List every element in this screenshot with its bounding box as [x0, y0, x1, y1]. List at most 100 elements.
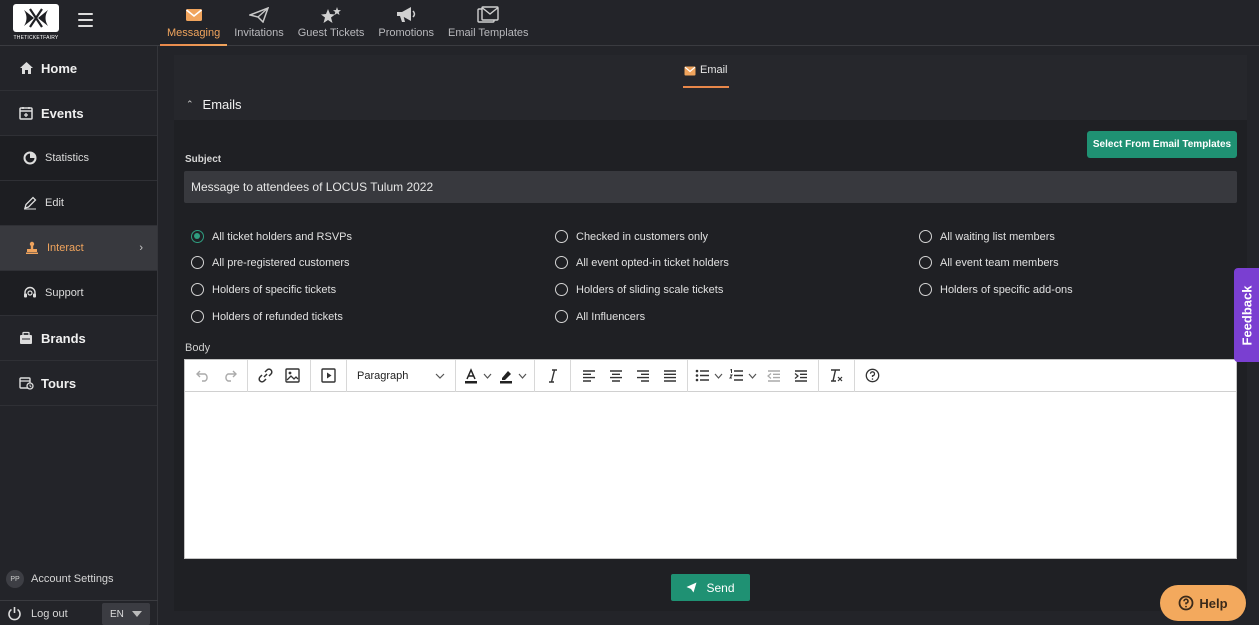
tab-email-templates[interactable]: Email Templates: [441, 0, 536, 46]
logout-label: Log out: [31, 607, 68, 620]
email-tab-label: Email: [700, 64, 728, 76]
sidebar-item-label: Interact: [47, 242, 84, 254]
radio-dot: [191, 283, 204, 296]
radio-specific-tickets[interactable]: Holders of specific tickets: [191, 283, 336, 296]
paper-plane-icon: [686, 582, 697, 593]
sidebar-item-home[interactable]: Home: [0, 46, 157, 91]
highlight-color-button[interactable]: [495, 368, 530, 384]
radio-label: All ticket holders and RSVPs: [212, 230, 353, 243]
radio-dot: [919, 230, 932, 243]
send-button[interactable]: Send: [671, 574, 750, 601]
language-value: EN: [110, 608, 124, 620]
bullet-list-button[interactable]: [692, 369, 726, 382]
editor-content-area[interactable]: [185, 392, 1236, 559]
tab-label: Messaging: [167, 27, 221, 39]
radio-opted-in[interactable]: All event opted-in ticket holders: [555, 256, 729, 269]
radio-pre-registered[interactable]: All pre-registered customers: [191, 256, 350, 269]
select-from-templates-button[interactable]: Select From Email Templates: [1087, 131, 1237, 158]
undo-icon[interactable]: [189, 363, 216, 389]
media-group: [311, 359, 347, 392]
radio-influencers[interactable]: All Influencers: [555, 310, 645, 323]
headset-icon: [22, 285, 38, 301]
help-circle-icon[interactable]: [859, 363, 886, 389]
chevron-down-icon: [435, 373, 445, 379]
megaphone-icon: [395, 5, 417, 25]
logout-button[interactable]: Log out: [7, 606, 68, 621]
tab-guest-tickets[interactable]: Guest Tickets: [291, 0, 372, 46]
stars-icon: [320, 5, 342, 25]
align-right-icon[interactable]: [629, 363, 656, 389]
sidebar-item-statistics[interactable]: Statistics: [0, 136, 157, 181]
help-button[interactable]: Help: [1160, 585, 1246, 621]
block-format-value: Paragraph: [357, 369, 409, 382]
font-color-button[interactable]: [460, 367, 495, 384]
align-left-icon[interactable]: [575, 363, 602, 389]
feedback-tab[interactable]: Feedback: [1234, 268, 1259, 362]
tab-email[interactable]: Email: [683, 64, 729, 88]
outdent-icon[interactable]: [760, 363, 787, 389]
account-settings-label: Account Settings: [31, 573, 114, 585]
brand-logo[interactable]: THETICKETFAIRY: [13, 4, 59, 42]
radio-refunded[interactable]: Holders of refunded tickets: [191, 310, 343, 323]
sidebar-item-events[interactable]: Events: [0, 91, 157, 136]
align-center-icon[interactable]: [602, 363, 629, 389]
radio-sliding-scale[interactable]: Holders of sliding scale tickets: [555, 283, 723, 296]
radio-label: All Influencers: [576, 310, 646, 323]
indent-icon[interactable]: [787, 363, 814, 389]
chevron-right-icon: ›: [139, 242, 143, 254]
clear-formatting-icon[interactable]: [823, 363, 850, 389]
menu-toggle-icon[interactable]: [78, 13, 93, 27]
feedback-label: Feedback: [1239, 285, 1255, 345]
radio-dot: [919, 283, 932, 296]
account-settings[interactable]: PP Account Settings: [6, 570, 114, 588]
tab-invitations[interactable]: Invitations: [227, 0, 291, 46]
radio-checked-in-only[interactable]: Checked in customers only: [555, 230, 708, 243]
sidebar-item-tours[interactable]: Tours: [0, 361, 157, 406]
tab-label: Email Templates: [448, 27, 529, 39]
sidebar-item-brands[interactable]: Brands: [0, 316, 157, 361]
image-icon[interactable]: [279, 363, 306, 389]
insert-group: [248, 359, 311, 392]
redo-icon[interactable]: [216, 363, 243, 389]
stamp-icon: [24, 240, 40, 256]
align-justify-icon[interactable]: [656, 363, 683, 389]
radio-specific-add-ons[interactable]: Holders of specific add-ons: [919, 283, 1073, 296]
block-format-select[interactable]: Paragraph: [351, 370, 451, 382]
caret-down-icon: [131, 611, 142, 617]
mail-icon: [684, 66, 696, 76]
subject-input[interactable]: [184, 171, 1237, 203]
pencil-icon: [22, 195, 38, 211]
sidebar-item-edit[interactable]: Edit: [0, 181, 157, 226]
mail-template-icon: [477, 5, 499, 25]
color-group: [456, 359, 535, 392]
language-select[interactable]: EN: [102, 603, 150, 625]
sidebar-item-label: Edit: [45, 197, 64, 209]
help-group: [855, 360, 890, 392]
link-icon[interactable]: [252, 363, 279, 389]
editor-toolbar: Paragraph: [185, 359, 1236, 392]
numbered-list-button[interactable]: [726, 369, 760, 382]
sidebar-item-interact[interactable]: Interact ›: [0, 226, 157, 271]
help-circle-icon: [1179, 595, 1194, 611]
logout-row: Log out EN: [0, 600, 158, 625]
radio-label: All event team members: [940, 256, 1059, 269]
body-label: Body: [185, 342, 211, 354]
radio-dot: [555, 283, 568, 296]
rich-text-editor: Paragraph: [184, 359, 1237, 559]
emails-section-toggle[interactable]: ⌃ Emails: [186, 97, 242, 112]
radio-team-members[interactable]: All event team members: [919, 256, 1059, 269]
radio-dot: [191, 256, 204, 269]
italic-icon[interactable]: [539, 363, 566, 389]
radio-all-ticket-holders[interactable]: All ticket holders and RSVPs: [191, 230, 352, 243]
media-embed-icon[interactable]: [315, 363, 342, 389]
sidebar-item-support[interactable]: Support: [0, 271, 157, 316]
sidebar-item-label: Brands: [41, 330, 86, 346]
tab-promotions[interactable]: Promotions: [371, 0, 441, 46]
chevron-up-icon: ⌃: [186, 99, 194, 109]
radio-waiting-list[interactable]: All waiting list members: [919, 230, 1055, 243]
main-panel: Email ⌃ Emails Select From Email Templat…: [174, 55, 1247, 611]
tab-messaging[interactable]: Messaging: [160, 0, 228, 46]
chevron-down-icon: [483, 373, 492, 379]
logo-text: THETICKETFAIRY: [13, 35, 59, 41]
help-label: Help: [1199, 595, 1228, 611]
